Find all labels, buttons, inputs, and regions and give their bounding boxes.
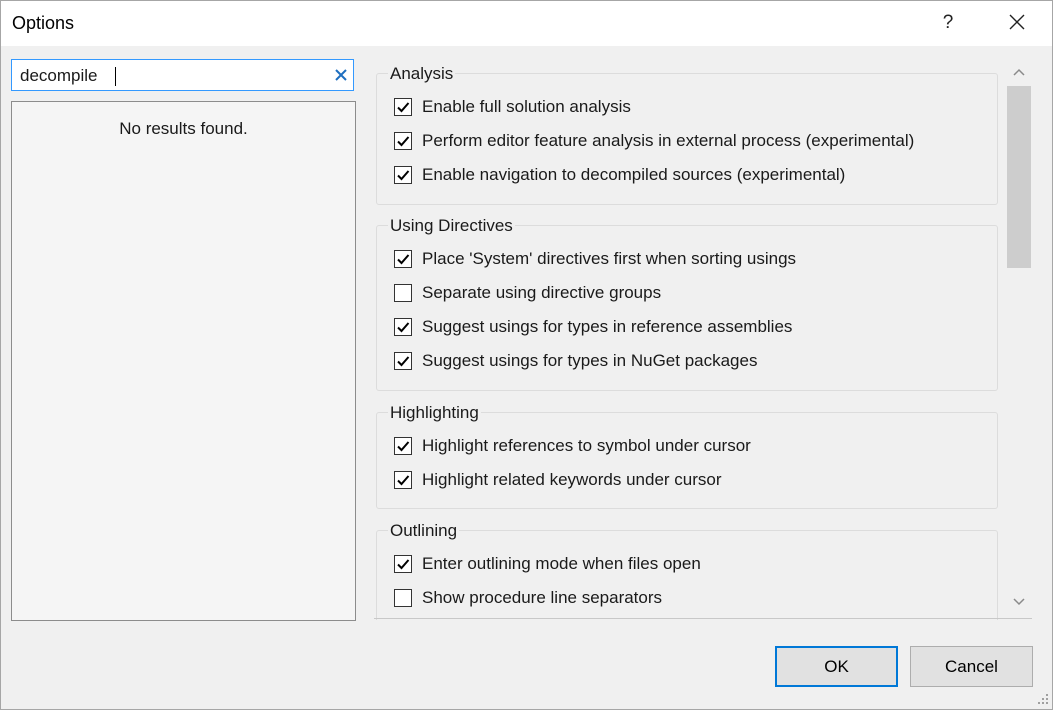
help-button[interactable]: ?	[930, 8, 966, 38]
check-icon	[397, 559, 410, 570]
title-bar: Options ?	[0, 0, 1053, 46]
chevron-up-icon[interactable]	[1012, 66, 1026, 78]
window-title: Options	[12, 13, 75, 33]
text-caret	[115, 67, 116, 86]
cancel-button[interactable]: Cancel	[910, 646, 1033, 687]
checkbox[interactable]	[394, 437, 412, 455]
help-icon: ?	[942, 12, 954, 33]
checkbox-label: Highlight related keywords under cursor	[422, 470, 722, 489]
group-title-using-directives: Using Directives	[388, 216, 515, 236]
settings-scrollbar[interactable]	[1005, 60, 1033, 616]
checkbox-label: Show procedure line separators	[422, 588, 663, 607]
check-icon	[397, 102, 410, 113]
checkbox[interactable]	[394, 352, 412, 370]
checkbox-row-nuget-packages[interactable]: Suggest usings for types in NuGet packag…	[394, 349, 757, 373]
checkbox[interactable]	[394, 555, 412, 573]
check-icon	[397, 441, 410, 452]
checkbox-row-procedure-separators[interactable]: Show procedure line separators	[394, 586, 662, 610]
close-icon	[1009, 14, 1025, 30]
options-tree[interactable]: No results found.	[11, 101, 356, 621]
checkbox-row-outlining-mode[interactable]: Enter outlining mode when files open	[394, 552, 701, 576]
check-icon	[397, 356, 410, 367]
search-input[interactable]	[20, 65, 320, 87]
checkbox-row-full-solution-analysis[interactable]: Enable full solution analysis	[394, 95, 631, 119]
checkbox-row-system-first[interactable]: Place 'System' directives first when sor…	[394, 247, 796, 271]
scrollbar-thumb[interactable]	[1007, 86, 1031, 268]
checkbox-label: Enter outlining mode when files open	[422, 554, 701, 573]
checkbox-label: Suggest usings for types in reference as…	[422, 317, 793, 336]
group-title-outlining: Outlining	[388, 521, 460, 541]
checkbox[interactable]	[394, 318, 412, 336]
checkbox-label: Place 'System' directives first when sor…	[422, 249, 797, 268]
checkbox-row-navigate-decompiled[interactable]: Enable navigation to decompiled sources …	[394, 163, 845, 187]
check-icon	[397, 322, 410, 333]
group-highlighting	[376, 412, 998, 509]
ok-button[interactable]: OK	[775, 646, 898, 687]
checkbox-label: Enable navigation to decompiled sources …	[422, 165, 846, 184]
search-box[interactable]	[11, 59, 354, 91]
group-title-analysis: Analysis	[388, 64, 456, 84]
group-title-highlighting: Highlighting	[388, 403, 481, 423]
settings-pane: Analysis Enable full solution analysis P…	[374, 60, 1030, 620]
checkbox-row-external-process-analysis[interactable]: Perform editor feature analysis in exter…	[394, 129, 914, 153]
checkbox[interactable]	[394, 589, 412, 607]
checkbox-row-reference-assemblies[interactable]: Suggest usings for types in reference as…	[394, 315, 792, 339]
checkbox-label: Suggest usings for types in NuGet packag…	[422, 351, 758, 370]
check-icon	[397, 475, 410, 486]
checkbox-row-highlight-references[interactable]: Highlight references to symbol under cur…	[394, 434, 751, 458]
check-icon	[397, 254, 410, 265]
resize-grip-icon[interactable]	[1036, 692, 1050, 706]
check-icon	[397, 136, 410, 147]
checkbox-label: Highlight references to symbol under cur…	[422, 436, 751, 455]
checkbox-row-separate-groups[interactable]: Separate using directive groups	[394, 281, 661, 305]
close-button[interactable]	[997, 8, 1037, 38]
checkbox[interactable]	[394, 284, 412, 302]
checkbox[interactable]	[394, 250, 412, 268]
clear-icon	[335, 69, 347, 81]
checkbox-label: Enable full solution analysis	[422, 97, 631, 116]
check-icon	[397, 170, 410, 181]
chevron-down-icon[interactable]	[1012, 596, 1026, 608]
checkbox-row-highlight-keywords[interactable]: Highlight related keywords under cursor	[394, 468, 722, 492]
checkbox[interactable]	[394, 132, 412, 150]
checkbox-label: Separate using directive groups	[422, 283, 662, 302]
pane-divider	[374, 618, 1032, 619]
checkbox[interactable]	[394, 471, 412, 489]
checkbox[interactable]	[394, 98, 412, 116]
clear-search-button[interactable]	[332, 66, 350, 84]
checkbox[interactable]	[394, 166, 412, 184]
no-results-message: No results found.	[119, 119, 248, 138]
checkbox-label: Perform editor feature analysis in exter…	[422, 131, 915, 150]
